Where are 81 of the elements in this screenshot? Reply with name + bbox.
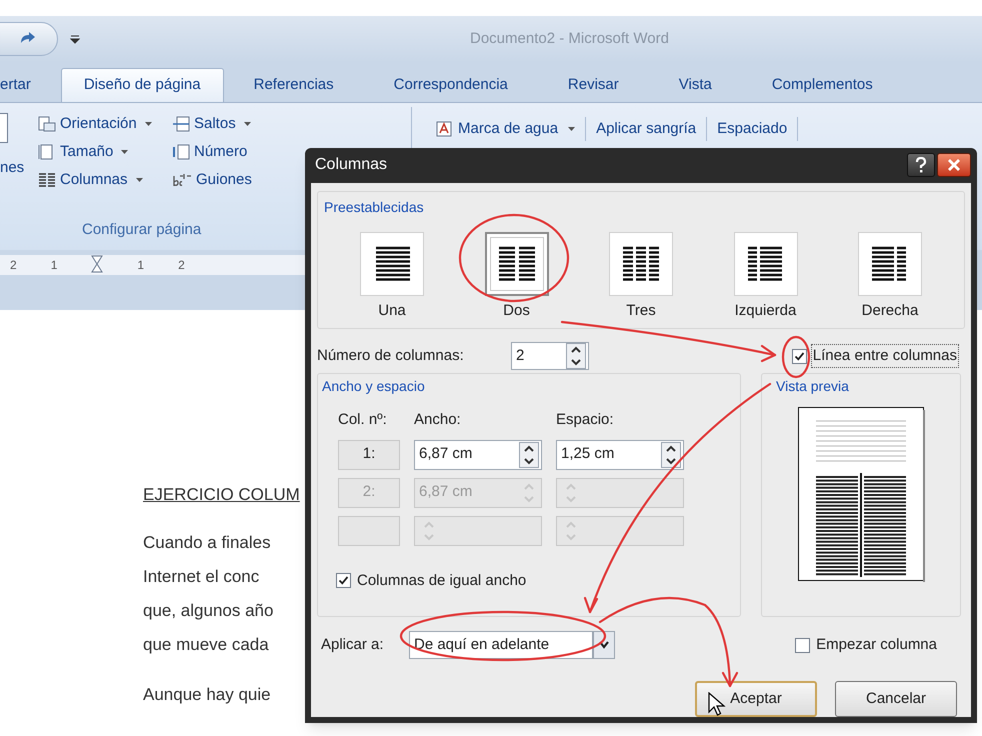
quick-access-button[interactable] (0, 22, 58, 56)
caret-icon (136, 178, 143, 182)
dialog-button[interactable]: Cancelar (835, 681, 957, 717)
ruler-number: 1 (50, 257, 58, 274)
document-text: Cuando a finales (143, 532, 271, 554)
group-heading: Ancho y espacio (322, 377, 426, 396)
document-text: Aunque hay quie (143, 684, 271, 706)
group-heading: Preestablecidas (323, 198, 424, 214)
preset-option[interactable]: Derecha (840, 232, 940, 322)
column-number-cell: 1: (338, 440, 400, 470)
margins-button[interactable]: nes (0, 157, 38, 180)
columns-icon (38, 173, 56, 187)
ribbon-button[interactable]: Número (172, 141, 252, 163)
help-button[interactable] (907, 153, 935, 178)
ribbon-tab[interactable]: Correspondencia (364, 68, 538, 102)
ribbon-button[interactable]: Columnas (38, 169, 160, 191)
ruler-number: 2 (10, 257, 17, 274)
ribbon-tab[interactable]: Vista (648, 68, 742, 102)
ruler-number: 2 (178, 257, 185, 274)
ribbon-button[interactable]: Aplicar sangría (586, 117, 708, 141)
ribbon-tab[interactable]: ertar (0, 68, 61, 102)
ribbon-tab[interactable]: Revisar (538, 68, 649, 102)
column-header: Espacio: (556, 410, 614, 430)
annotation-circle (782, 336, 810, 378)
preset-option[interactable]: Izquierda (716, 232, 816, 322)
columns-number-field[interactable]: 2 (511, 342, 589, 370)
column-number-cell: 2: (338, 478, 400, 508)
group-heading: Vista previa (775, 377, 850, 396)
ribbon-tab[interactable]: Diseño de página (60, 68, 224, 102)
checkbox-label: Columnas de igual ancho (357, 570, 526, 590)
close-button[interactable] (937, 153, 971, 178)
column-number-cell (338, 516, 400, 546)
ribbon-button[interactable]: Guiones (172, 169, 252, 191)
chevron-down-icon (598, 641, 610, 649)
indent-marker-icon[interactable] (91, 255, 104, 275)
checkbox-label: Empezar columna (816, 634, 937, 655)
ribbon-button[interactable]: Espaciado (707, 117, 798, 141)
caret-icon (144, 122, 152, 126)
preset-option[interactable]: Una (342, 232, 442, 322)
width-field[interactable]: 6,87 cm (414, 440, 542, 470)
caret-icon (244, 122, 251, 126)
ribbon-button[interactable]: Orientación (38, 113, 160, 135)
checkbox[interactable] (792, 348, 807, 364)
caret-icon (568, 127, 576, 131)
checkbox[interactable] (336, 573, 351, 588)
ribbon-button[interactable]: Tamaño (38, 141, 160, 163)
ribbon-button[interactable]: Marca de agua (426, 117, 586, 141)
breaks-icon (172, 116, 190, 132)
ribbon-tab[interactable]: Referencias (224, 68, 364, 102)
mouse-pointer-icon (708, 692, 726, 718)
checkbox[interactable] (795, 638, 810, 652)
close-icon (947, 158, 961, 172)
document-text: que, algunos año (143, 600, 274, 622)
ribbon-tab[interactable]: Complementos (742, 68, 903, 102)
page-icon (38, 116, 56, 132)
preset-option[interactable]: Tres (591, 232, 691, 322)
help-icon (915, 157, 927, 174)
line-numbers-icon (172, 144, 190, 160)
caret-icon (121, 150, 128, 154)
dialog-title: Columnas (315, 155, 388, 176)
field-label: Número de columnas: (317, 346, 465, 366)
column-header: Ancho: (414, 410, 462, 430)
window-title: Documento2 - Microsoft Word (470, 28, 669, 49)
dialog-button[interactable]: Aceptar (695, 681, 817, 717)
spin-buttons[interactable] (566, 343, 586, 369)
ruler-number: 1 (137, 257, 144, 274)
field-label: Aplicar a: (320, 634, 385, 655)
document-text: que mueve cada (143, 634, 269, 656)
customize-toolbar-icon[interactable] (70, 34, 80, 44)
spin-buttons[interactable] (661, 442, 681, 468)
checkbox-label: Línea entre columnas (810, 344, 959, 368)
document-heading: EJERCICIO COLUM (143, 484, 300, 506)
column-header: Col. nº: (338, 410, 388, 430)
spin-buttons[interactable] (519, 442, 539, 468)
preset-option[interactable]: Dos (466, 232, 566, 322)
watermark-icon (436, 121, 452, 137)
ribbon-button[interactable]: Saltos (172, 113, 252, 135)
spacing-field[interactable]: 1,25 cm (556, 440, 684, 470)
document-text: Internet el conc (143, 566, 260, 588)
group-label: Configurar página (81, 220, 202, 240)
hyphenation-icon (172, 172, 192, 188)
